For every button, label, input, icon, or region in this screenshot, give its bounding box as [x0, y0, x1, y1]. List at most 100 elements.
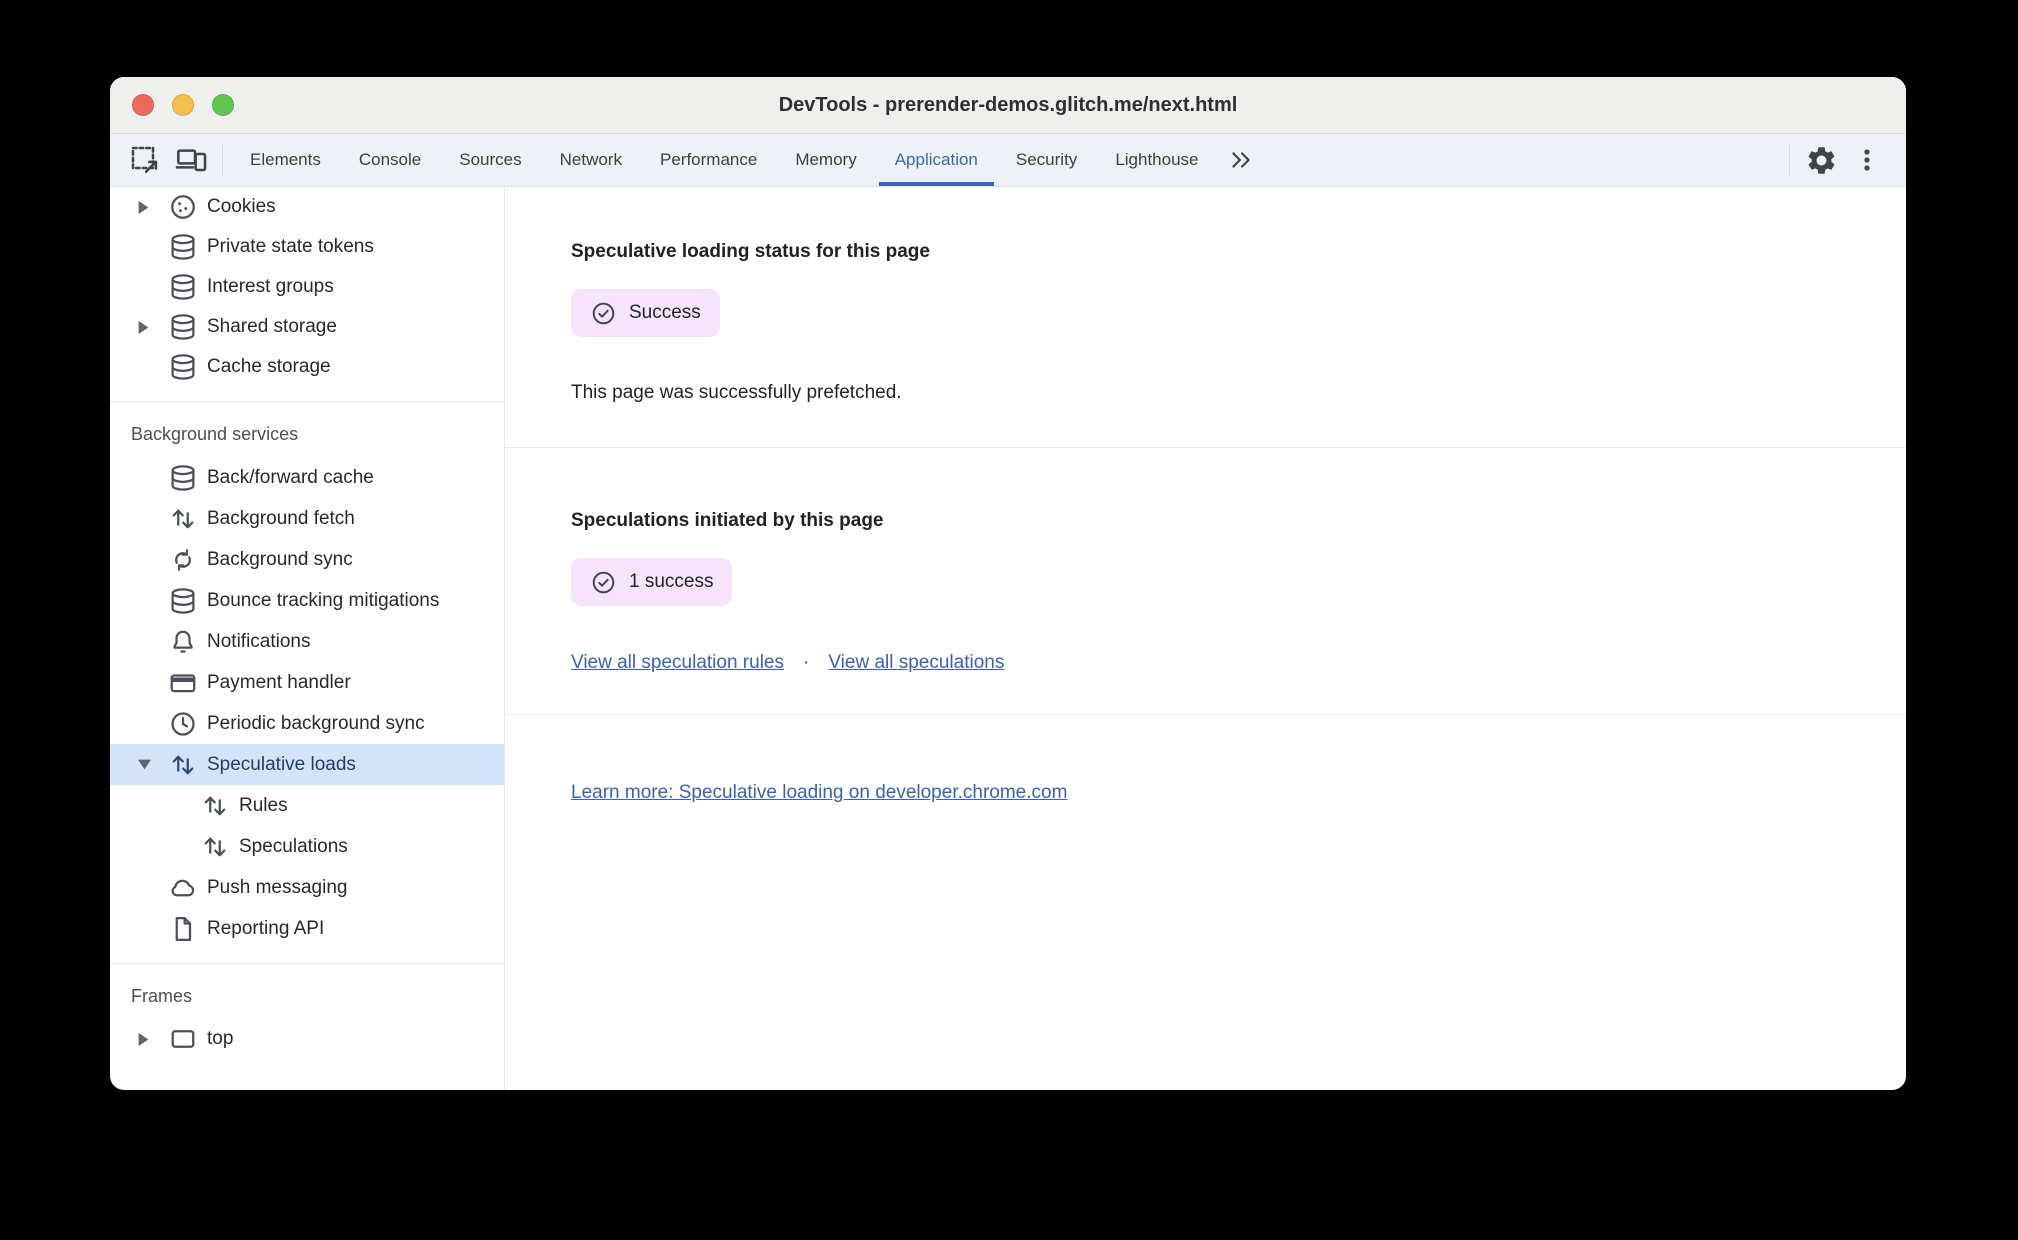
cloud-icon: [171, 879, 195, 896]
database-icon: [171, 354, 195, 380]
up-down-arrows-icon: [172, 755, 194, 774]
double-chevron-icon: [1231, 152, 1250, 168]
zoom-button[interactable]: [212, 94, 234, 116]
sidebar-item-label: Periodic background sync: [207, 712, 425, 734]
tab-application[interactable]: Application: [876, 134, 997, 186]
check-circle-icon: [592, 571, 615, 593]
tab-elements[interactable]: Elements: [231, 134, 340, 186]
view-all-speculation-rules-link[interactable]: View all speculation rules: [571, 650, 784, 676]
sidebar-item-notifications[interactable]: Notifications: [110, 621, 504, 662]
gear-icon: [1808, 146, 1834, 174]
inspect-cursor-icon: [131, 146, 158, 174]
status-badge: Success: [571, 289, 720, 337]
expand-arrow-icon[interactable]: [138, 320, 168, 334]
learn-more-section: Learn more: Speculative loading on devel…: [505, 715, 1906, 804]
sidebar-item-label: Private state tokens: [207, 236, 374, 257]
sidebar-item-interest-groups[interactable]: Interest groups: [110, 267, 504, 307]
database-icon: [171, 274, 195, 300]
sidebar-item-background-fetch[interactable]: Background fetch: [110, 498, 504, 539]
sidebar-item-label: Payment handler: [207, 671, 351, 693]
sidebar-item-label: Back/forward cache: [207, 466, 374, 488]
tab-memory[interactable]: Memory: [776, 134, 875, 186]
sidebar-item-label: Push messaging: [207, 876, 348, 898]
cookie-icon: [171, 195, 195, 219]
bell-icon: [173, 630, 193, 653]
speculations-section: Speculations initiated by this page 1 su…: [505, 448, 1906, 715]
tab-lighthouse[interactable]: Lighthouse: [1096, 134, 1217, 186]
sidebar-item-background-sync[interactable]: Background sync: [110, 539, 504, 580]
sidebar-item-push-messaging[interactable]: Push messaging: [110, 867, 504, 908]
toggle-device-toolbar-button[interactable]: [168, 134, 214, 186]
devtools-window: DevTools - prerender-demos.glitch.me/nex…: [110, 77, 1906, 1090]
devtools-content: Cookies Private state tokens Interest gr…: [110, 187, 1906, 1090]
database-icon: [171, 587, 195, 614]
sidebar-item-speculations[interactable]: Speculations: [110, 826, 504, 867]
sidebar-item-label: Rules: [239, 794, 288, 816]
check-circle-icon: [592, 302, 615, 324]
up-down-arrows-icon: [204, 837, 226, 856]
tab-performance[interactable]: Performance: [641, 134, 776, 186]
status-badge-label: Success: [629, 302, 701, 323]
tab-security[interactable]: Security: [997, 134, 1096, 186]
sidebar-item-label: Reporting API: [207, 917, 325, 939]
speculations-badge: 1 success: [571, 558, 733, 606]
device-toolbar-icon: [175, 149, 207, 172]
sidebar-item-back-forward-cache[interactable]: Back/forward cache: [110, 457, 504, 498]
speculative-loads-panel: Speculative loading status for this page…: [505, 187, 1906, 1090]
database-icon: [171, 234, 195, 260]
frame-icon: [171, 1030, 195, 1048]
minimize-button[interactable]: [172, 94, 194, 116]
sidebar-item-payment-handler[interactable]: Payment handler: [110, 662, 504, 703]
status-description: This page was successfully prefetched.: [571, 382, 902, 403]
sidebar-item-label: Bounce tracking mitigations: [207, 589, 440, 611]
sidebar-item-label: Speculations: [239, 835, 348, 857]
sidebar-item-cache-storage[interactable]: Cache storage: [110, 347, 504, 387]
sidebar-item-label: Background sync: [207, 548, 353, 570]
more-tabs-button[interactable]: [1218, 134, 1264, 186]
sidebar-item-speculative-loads[interactable]: Speculative loads: [110, 744, 504, 785]
sidebar-item-bounce-tracking-mitigations[interactable]: Bounce tracking mitigations: [110, 580, 504, 621]
tab-console[interactable]: Console: [340, 134, 440, 186]
sidebar-item-label: Background fetch: [207, 507, 355, 529]
sidebar-item-rules[interactable]: Rules: [110, 785, 504, 826]
sidebar-item-top-frame[interactable]: top: [110, 1019, 504, 1059]
frames-header: Frames: [131, 986, 193, 1006]
up-down-arrows-icon: [204, 796, 226, 815]
speculations-badge-label: 1 success: [629, 571, 714, 592]
window-controls: [132, 77, 234, 133]
learn-more-link[interactable]: Learn more: Speculative loading on devel…: [571, 782, 1067, 803]
database-icon: [171, 464, 195, 491]
collapse-arrow-icon[interactable]: [138, 759, 168, 770]
settings-button[interactable]: [1798, 134, 1844, 186]
view-all-speculations-link[interactable]: View all speculations: [828, 650, 1004, 676]
speculation-links: View all speculation rules · View all sp…: [571, 650, 1906, 676]
status-heading: Speculative loading status for this page: [571, 241, 930, 262]
database-icon: [171, 314, 195, 340]
sidebar-item-label: Speculative loads: [207, 753, 356, 775]
credit-card-icon: [170, 673, 196, 692]
window-title: DevTools - prerender-demos.glitch.me/nex…: [778, 93, 1238, 116]
sidebar-item-periodic-background-sync[interactable]: Periodic background sync: [110, 703, 504, 744]
title-bar: DevTools - prerender-demos.glitch.me/nex…: [110, 77, 1906, 134]
toolbar-right-separator: [1789, 144, 1790, 176]
status-section: Speculative loading status for this page…: [505, 187, 1906, 448]
sidebar-item-label: top: [207, 1028, 234, 1049]
toolbar-separator: [222, 144, 223, 176]
sidebar-item-label: Interest groups: [207, 276, 334, 297]
sidebar-item-label: Notifications: [207, 630, 311, 652]
tab-sources[interactable]: Sources: [440, 134, 540, 186]
tab-network[interactable]: Network: [541, 134, 641, 186]
sidebar-item-shared-storage[interactable]: Shared storage: [110, 307, 504, 347]
kebab-menu-button[interactable]: [1844, 134, 1890, 186]
inspect-element-button[interactable]: [122, 134, 168, 186]
background-services-header: Background services: [131, 424, 299, 444]
sidebar-item-reporting-api[interactable]: Reporting API: [110, 908, 504, 949]
expand-arrow-icon[interactable]: [138, 1032, 168, 1046]
sidebar-item-private-state-tokens[interactable]: Private state tokens: [110, 227, 504, 267]
expand-arrow-icon[interactable]: [138, 200, 168, 214]
sidebar-item-label: Shared storage: [207, 316, 337, 337]
sidebar-item-cookies[interactable]: Cookies: [110, 187, 504, 227]
kebab-menu-icon: [1864, 149, 1870, 171]
up-down-arrows-icon: [172, 509, 194, 528]
close-button[interactable]: [132, 94, 154, 116]
